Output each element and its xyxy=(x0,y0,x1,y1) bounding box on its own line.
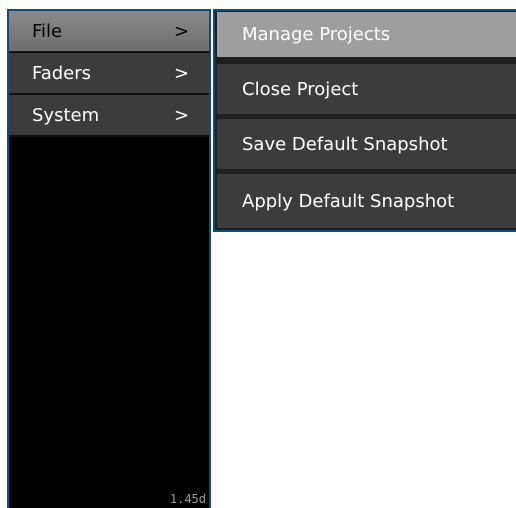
main-menu: File > Faders > System > 1.45d xyxy=(7,9,211,508)
submenu-arrow-icon: > xyxy=(174,62,190,84)
menu-item-label: Faders xyxy=(32,62,92,84)
submenu-arrow-icon: > xyxy=(174,20,190,42)
menu-item-file[interactable]: File > xyxy=(9,11,209,53)
submenu-item-label: Manage Projects xyxy=(242,24,391,45)
submenu-item-label: Apply Default Snapshot xyxy=(242,190,455,212)
submenu-item-close-project[interactable]: Close Project xyxy=(217,64,516,114)
version-label: 1.45d xyxy=(169,492,206,506)
submenu-item-manage-projects[interactable]: Manage Projects xyxy=(217,12,516,57)
submenu-item-apply-default-snapshot[interactable]: Apply Default Snapshot xyxy=(217,174,516,228)
file-submenu: Manage Projects Close Project Save Defau… xyxy=(213,9,516,232)
submenu-item-label: Close Project xyxy=(242,78,359,100)
menu-item-system[interactable]: System > xyxy=(9,95,209,137)
submenu-arrow-icon: > xyxy=(174,104,190,126)
menu-item-label: System xyxy=(32,104,100,126)
menu-item-label: File xyxy=(32,20,63,42)
submenu-item-save-default-snapshot[interactable]: Save Default Snapshot xyxy=(217,119,516,169)
menu-item-faders[interactable]: Faders > xyxy=(9,53,209,95)
submenu-item-label: Save Default Snapshot xyxy=(242,133,448,155)
